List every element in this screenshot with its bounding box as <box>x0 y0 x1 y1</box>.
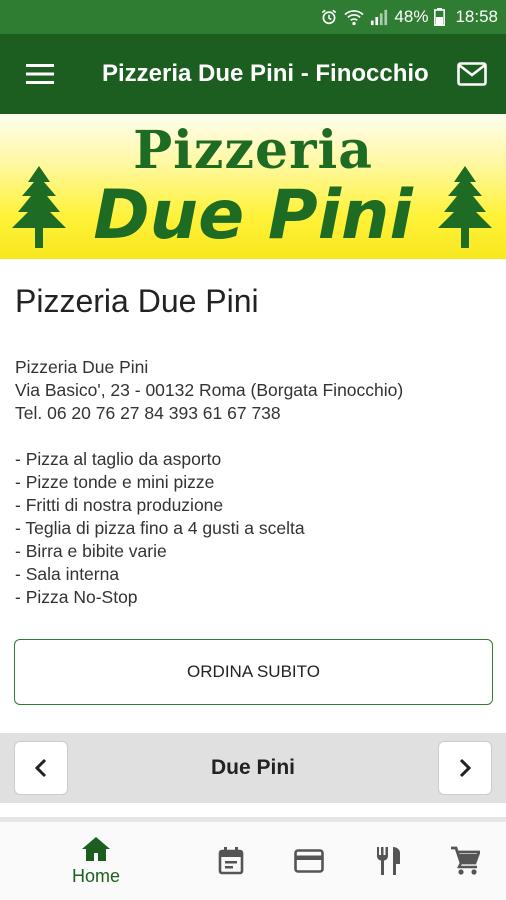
pager-title: Due Pini <box>210 756 295 779</box>
home-icon <box>82 836 110 861</box>
status-bar: 48% 18:58 <box>0 0 506 34</box>
bottom-navigation: Home <box>0 822 506 900</box>
list-item: - Pizza al taglio da asporto <box>15 449 222 469</box>
nav-item-menu[interactable] <box>366 822 412 900</box>
address-line: Via Basico', 23 - 00132 Roma (Borgata Fi… <box>15 380 404 400</box>
menu-button[interactable] <box>0 34 80 114</box>
pine-tree-icon <box>438 166 492 248</box>
credit-card-icon <box>294 849 324 873</box>
chevron-left-icon <box>34 758 47 778</box>
battery-percentage: 48% <box>394 7 429 26</box>
list-item: - Pizza No-Stop <box>15 587 138 607</box>
signal-icon <box>370 8 388 26</box>
battery-icon <box>434 8 446 26</box>
page-navigator: Due Pini <box>0 733 506 803</box>
clock: 18:58 <box>455 7 498 26</box>
list-item: - Fritti di nostra produzione <box>15 495 224 515</box>
mail-button[interactable] <box>438 34 506 114</box>
hamburger-menu-icon <box>26 64 54 84</box>
next-page-button[interactable] <box>438 741 492 795</box>
nav-label-home: Home <box>71 865 120 886</box>
cart-icon <box>451 846 480 875</box>
nav-item-home[interactable]: Home <box>60 822 132 900</box>
calendar-icon <box>218 847 244 875</box>
chevron-right-icon <box>459 758 472 778</box>
features-list: - Pizza al taglio da asporto - Pizze ton… <box>15 448 491 609</box>
list-item: - Pizze tonde e mini pizze <box>15 472 215 492</box>
info-line: Pizzeria Due Pini <box>15 357 149 377</box>
order-now-button[interactable]: ORDINA SUBITO <box>14 639 493 705</box>
wifi-icon <box>344 8 364 26</box>
nav-item-card[interactable] <box>286 822 332 900</box>
nav-item-calendar[interactable] <box>208 822 254 900</box>
banner-title-line1: Pizzeria <box>133 120 373 181</box>
alarm-icon <box>320 8 338 26</box>
logo-banner: Pizzeria Due Pini <box>0 114 506 259</box>
previous-page-button[interactable] <box>14 741 68 795</box>
mail-icon <box>457 62 487 86</box>
nav-item-cart[interactable] <box>442 822 488 900</box>
page-title: Pizzeria Due Pini <box>15 283 259 319</box>
contact-info: Pizzeria Due Pini Via Basico', 23 - 0013… <box>15 356 491 425</box>
banner-title-line2: Due Pini <box>93 176 413 255</box>
restaurant-icon <box>377 847 400 875</box>
phone-line: Tel. 06 20 76 27 84 393 61 67 738 <box>15 403 281 423</box>
list-item: - Teglia di pizza fino a 4 gusti a scelt… <box>15 518 305 538</box>
app-bar: Pizzeria Due Pini - Finocchio <box>0 34 506 114</box>
order-now-label: ORDINA SUBITO <box>187 662 320 681</box>
list-item: - Sala interna <box>15 564 120 584</box>
main-content: Pizzeria Due Pini Pizzeria Due Pini Via … <box>15 259 491 609</box>
app-title: Pizzeria Due Pini - Finocchio <box>102 60 429 87</box>
list-item: - Birra e bibite varie <box>15 541 167 561</box>
